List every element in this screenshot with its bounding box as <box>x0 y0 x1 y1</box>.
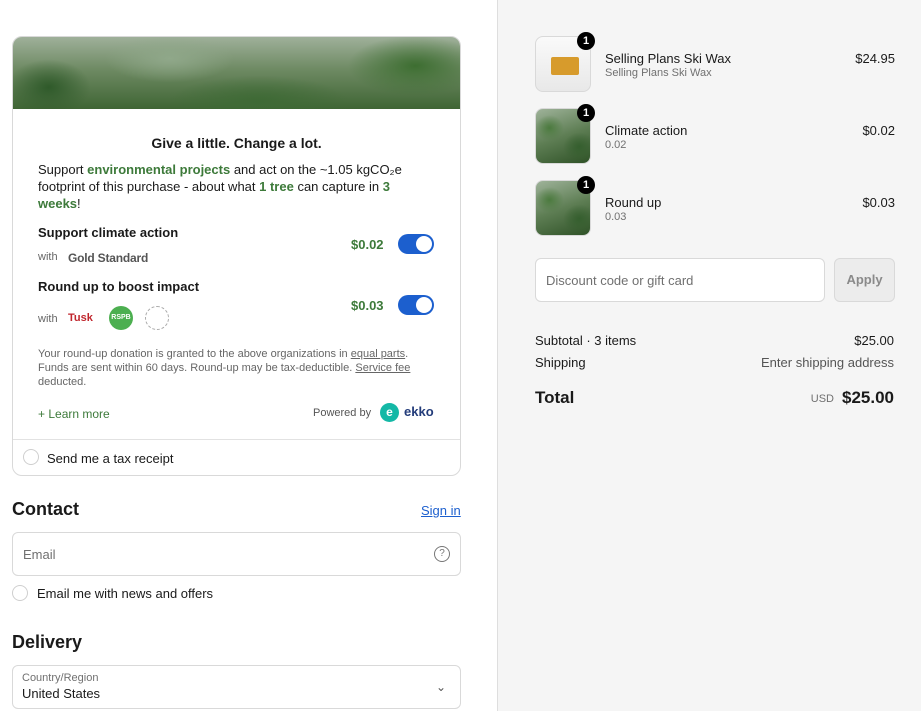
subtotal-label: Subtotal · 3 items <box>535 333 637 348</box>
round-up-title: Round up to boost impact <box>38 279 200 294</box>
round-up-price: $0.03 <box>351 298 384 313</box>
country-label: Country/Region <box>22 672 99 684</box>
partner-badge-logo <box>145 306 169 330</box>
discount-code-input[interactable]: Discount code or gift card <box>535 258 825 302</box>
quantity-badge: 1 <box>577 176 595 194</box>
newsletter-checkbox[interactable] <box>12 585 28 601</box>
cart-item: 1 Round up 0.03 $0.03 <box>535 176 895 238</box>
ekko-logo-text: ekko <box>404 404 434 419</box>
quantity-badge: 1 <box>577 32 595 50</box>
contact-heading: Contact <box>12 499 79 519</box>
round-up-toggle[interactable] <box>398 295 434 315</box>
subtotal-value: $25.00 <box>854 333 894 348</box>
tax-receipt-label: Send me a tax receipt <box>47 451 174 466</box>
climate-price: $0.02 <box>351 237 384 252</box>
order-summary-column: 1 Selling Plans Ski Wax Selling Plans Sk… <box>497 0 921 711</box>
powered-by-label: Powered by <box>313 407 372 419</box>
donation-card: Give a little. Change a lot. Support env… <box>12 36 461 476</box>
checkout-form-column: Give a little. Change a lot. Support env… <box>0 0 497 711</box>
item-subtitle: 0.03 <box>605 211 627 223</box>
country-select[interactable]: Country/Region United States ⌄ <box>12 665 461 709</box>
donation-title: Give a little. Change a lot. <box>151 135 322 151</box>
climate-action-title: Support climate action <box>38 225 179 240</box>
email-field[interactable]: Email ? <box>12 532 461 576</box>
delivery-heading: Delivery <box>12 632 83 652</box>
shipping-value: Enter shipping address <box>761 355 894 370</box>
learn-more-link[interactable]: + Learn more <box>38 407 110 421</box>
cart-item: 1 Climate action 0.02 $0.02 <box>535 104 895 166</box>
donation-intro: Support environmental projects and act o… <box>38 162 402 211</box>
item-subtitle: 0.02 <box>605 139 627 151</box>
quantity-badge: 1 <box>577 104 595 122</box>
round-up-with-label: with <box>38 313 58 325</box>
help-icon[interactable]: ? <box>434 546 450 562</box>
total-value: $25.00 <box>842 388 894 407</box>
cart-item: 1 Selling Plans Ski Wax Selling Plans Sk… <box>535 32 895 94</box>
apply-button[interactable]: Apply <box>834 258 895 302</box>
toggle-knob <box>416 236 432 252</box>
item-price: $24.95 <box>855 51 895 66</box>
forest-banner-image <box>13 37 460 109</box>
email-placeholder: Email <box>23 547 56 562</box>
ekko-logo-icon: e <box>380 403 399 422</box>
shipping-label: Shipping <box>535 355 586 370</box>
item-name: Climate action <box>605 123 688 138</box>
discount-placeholder: Discount code or gift card <box>546 273 694 288</box>
environmental-projects-link[interactable]: environmental projects <box>87 162 230 177</box>
currency-code: USD <box>810 393 834 405</box>
chevron-down-icon: ⌄ <box>435 680 446 694</box>
toggle-knob <box>416 297 432 313</box>
sign-in-link[interactable]: Sign in <box>421 503 461 518</box>
tusk-logo: Tusk <box>68 312 93 324</box>
country-value: United States <box>22 686 101 701</box>
donation-disclaimer: Your round-up donation is granted to the… <box>38 348 411 388</box>
rspb-logo: RSPB <box>109 306 133 330</box>
gold-standard-logo: Gold Standard <box>68 251 149 265</box>
item-name: Round up <box>605 195 662 210</box>
divider <box>13 439 460 440</box>
total-label: Total <box>535 388 575 407</box>
equal-parts-link[interactable]: equal parts <box>351 348 405 360</box>
item-name: Selling Plans Ski Wax <box>605 51 731 66</box>
item-price: $0.03 <box>862 195 895 210</box>
tax-receipt-checkbox[interactable] <box>23 449 39 465</box>
item-price: $0.02 <box>862 123 895 138</box>
climate-with-label: with <box>38 251 58 263</box>
wax-block-image <box>551 57 579 75</box>
climate-action-toggle[interactable] <box>398 234 434 254</box>
newsletter-label: Email me with news and offers <box>37 586 214 601</box>
item-subtitle: Selling Plans Ski Wax <box>605 67 712 79</box>
service-fee-link[interactable]: Service fee <box>355 362 410 374</box>
